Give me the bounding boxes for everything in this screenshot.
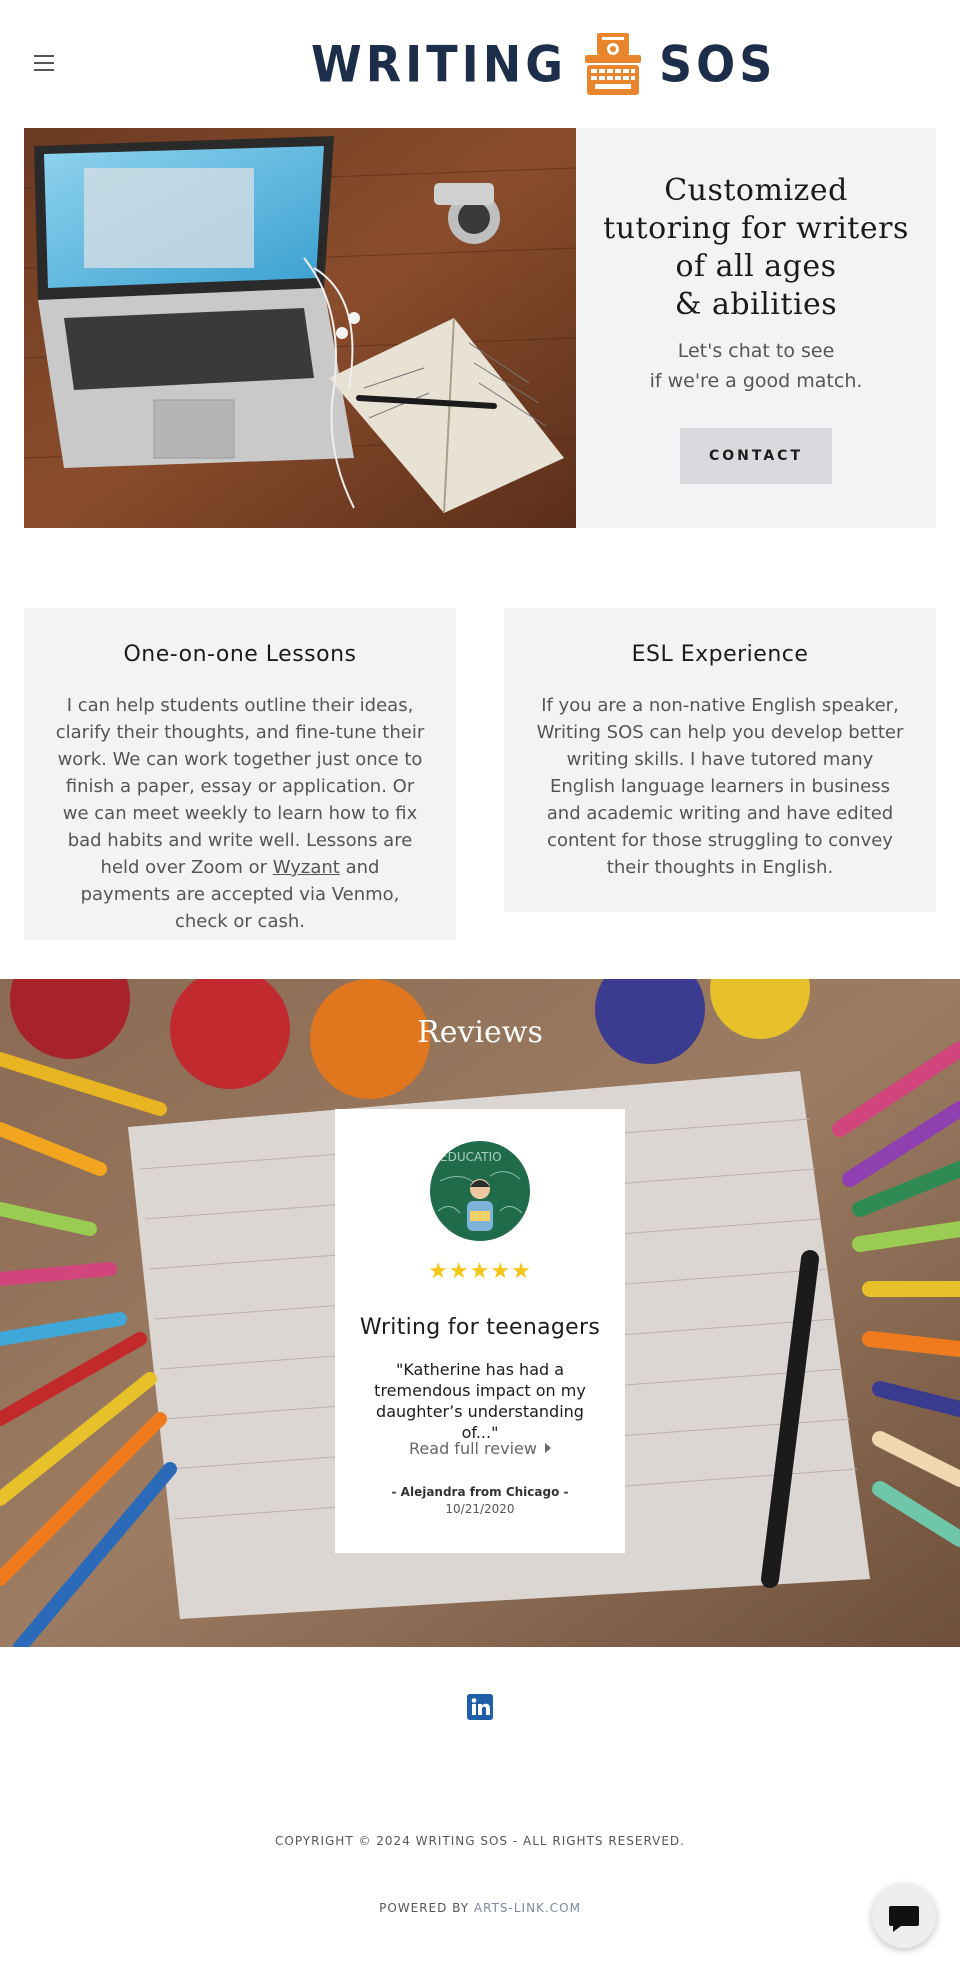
read-full-review-link[interactable]: Read full review xyxy=(335,1439,625,1458)
hamburger-icon[interactable] xyxy=(34,55,54,73)
logo-text-right: SOS xyxy=(659,34,777,94)
typewriter-icon xyxy=(585,33,642,95)
review-heading: Writing for teenagers xyxy=(359,1315,601,1340)
review-quote: "Katherine has had a tremendous impact o… xyxy=(374,1360,586,1442)
chat-bubble-icon xyxy=(889,1906,919,1932)
copyright-text: COPYRIGHT © 2024 WRITING SOS - ALL RIGHT… xyxy=(275,1834,685,1848)
site-header: WRITING SOS xyxy=(0,0,960,128)
hero-text-panel: Customized tutoring for writers of all a… xyxy=(576,128,936,528)
contact-button[interactable]: CONTACT xyxy=(680,428,832,484)
wyzant-link[interactable]: Wyzant xyxy=(273,857,340,878)
read-full-review-label: Read full review xyxy=(409,1439,537,1458)
esl-card-body: If you are a non-native English speaker,… xyxy=(536,695,904,878)
hero-section: Customized tutoring for writers of all a… xyxy=(24,128,936,528)
reviewer-avatar: EDUCATIO xyxy=(430,1141,530,1241)
lessons-card: One-on-one Lessons I can help students o… xyxy=(24,608,456,940)
hero-subtitle: Let's chat to see if we're a good match. xyxy=(649,340,863,392)
esl-card-title: ESL Experience xyxy=(631,642,809,667)
arts-link-link[interactable]: ARTS-LINK.COM xyxy=(474,1901,581,1915)
powered-by-prefix: POWERED BY xyxy=(379,1901,474,1915)
svg-text:EDUCATIO: EDUCATIO xyxy=(440,1150,502,1164)
esl-card: ESL Experience If you are a non-native E… xyxy=(504,608,936,912)
review-author: - Alejandra from Chicago - xyxy=(391,1485,569,1499)
review-card: EDUCATIO ★★★★★ Writing for teenagers "Ka… xyxy=(335,1109,625,1553)
chat-button[interactable] xyxy=(872,1884,936,1948)
powered-by: POWERED BY ARTS-LINK.COM xyxy=(0,1901,960,1915)
logo-text-left: WRITING xyxy=(311,34,568,94)
reviews-title: Reviews xyxy=(417,1015,543,1050)
caret-right-icon xyxy=(544,1443,551,1453)
lessons-card-title: One-on-one Lessons xyxy=(123,642,357,667)
hero-image xyxy=(24,128,576,528)
reviews-section: Reviews EDUCATIO ★★★★★ Writing for teena… xyxy=(0,979,960,1647)
lessons-body-text: I can help students outline their ideas,… xyxy=(55,695,425,878)
site-logo[interactable]: WRITING SOS xyxy=(311,30,776,98)
review-date: 10/21/2020 xyxy=(445,1502,515,1516)
lessons-card-body: I can help students outline their ideas,… xyxy=(54,692,426,935)
rating-stars: ★★★★★ xyxy=(428,1259,532,1284)
linkedin-icon[interactable] xyxy=(467,1694,493,1720)
hero-title: Customized tutoring for writers of all a… xyxy=(603,173,909,322)
